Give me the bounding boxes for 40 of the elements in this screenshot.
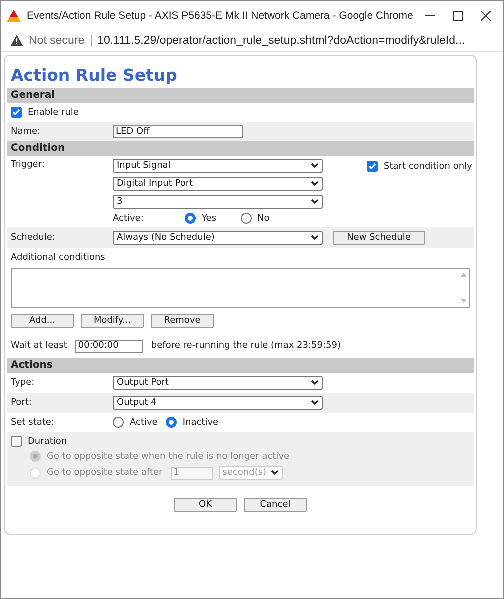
list-action-button[interactable]: Add... xyxy=(11,314,74,328)
dropdown[interactable]: Digital Input Port xyxy=(113,177,323,191)
field-label: Schedule: xyxy=(11,232,56,242)
dropdown[interactable]: Output 4 xyxy=(113,396,323,410)
page-title: Action Rule Setup xyxy=(10,65,178,87)
radio-label: Inactive xyxy=(182,418,219,428)
dialog-button[interactable]: OK xyxy=(174,498,237,512)
checkbox-label: Enable rule xyxy=(28,108,79,118)
new-schedule-button[interactable]: New Schedule xyxy=(333,230,425,244)
radio-label: Go to opposite state when the rule is no longer active xyxy=(47,452,290,462)
field-label: Set state: xyxy=(11,418,56,428)
list-action-button[interactable]: Remove xyxy=(151,314,214,328)
window-title: Events/Action Rule Setup - AXIS P5635-E Mk II Network Camera - Google Chrome xyxy=(27,10,414,22)
wait-time-field[interactable]: 00:00:00 xyxy=(75,340,144,352)
dialog-button[interactable]: Cancel xyxy=(244,498,307,512)
list-action-button[interactable]: Modify... xyxy=(81,314,144,328)
dropdown[interactable]: Always (No Schedule) xyxy=(113,230,323,244)
address-url[interactable]: 10.111.5.29/operator/action_rule_setup.shtml?doAction=modify&ruleId... xyxy=(98,34,466,46)
section-header: Actions xyxy=(7,358,474,373)
radio-label: Yes xyxy=(202,214,217,224)
checkbox-label: Duration xyxy=(28,436,68,446)
name-field[interactable]: LED Off xyxy=(113,125,243,138)
field-label: Name: xyxy=(11,126,42,136)
section-header: Condition xyxy=(7,141,474,156)
field-label: Additional conditions xyxy=(11,253,106,263)
dropdown[interactable]: Input Signal xyxy=(113,159,323,173)
field-label: Wait at least xyxy=(11,341,68,351)
dropdown[interactable]: 3 xyxy=(113,195,323,209)
checkbox-label: Start condition only xyxy=(384,162,472,172)
field-label: Trigger: xyxy=(11,159,46,170)
security-label[interactable]: Not secure xyxy=(29,34,92,46)
section-header: General xyxy=(7,88,474,103)
radio-label: Go to opposite state after xyxy=(47,468,163,478)
dropdown[interactable]: Output Port xyxy=(113,376,323,390)
field-label: Port: xyxy=(11,398,33,408)
field-label: Type: xyxy=(11,378,36,388)
radio-label: No xyxy=(258,214,270,224)
radio-label: Active xyxy=(130,418,158,428)
field-label: Active: xyxy=(113,214,145,224)
field-note: before re-running the rule (max 23:59:59) xyxy=(151,341,341,351)
